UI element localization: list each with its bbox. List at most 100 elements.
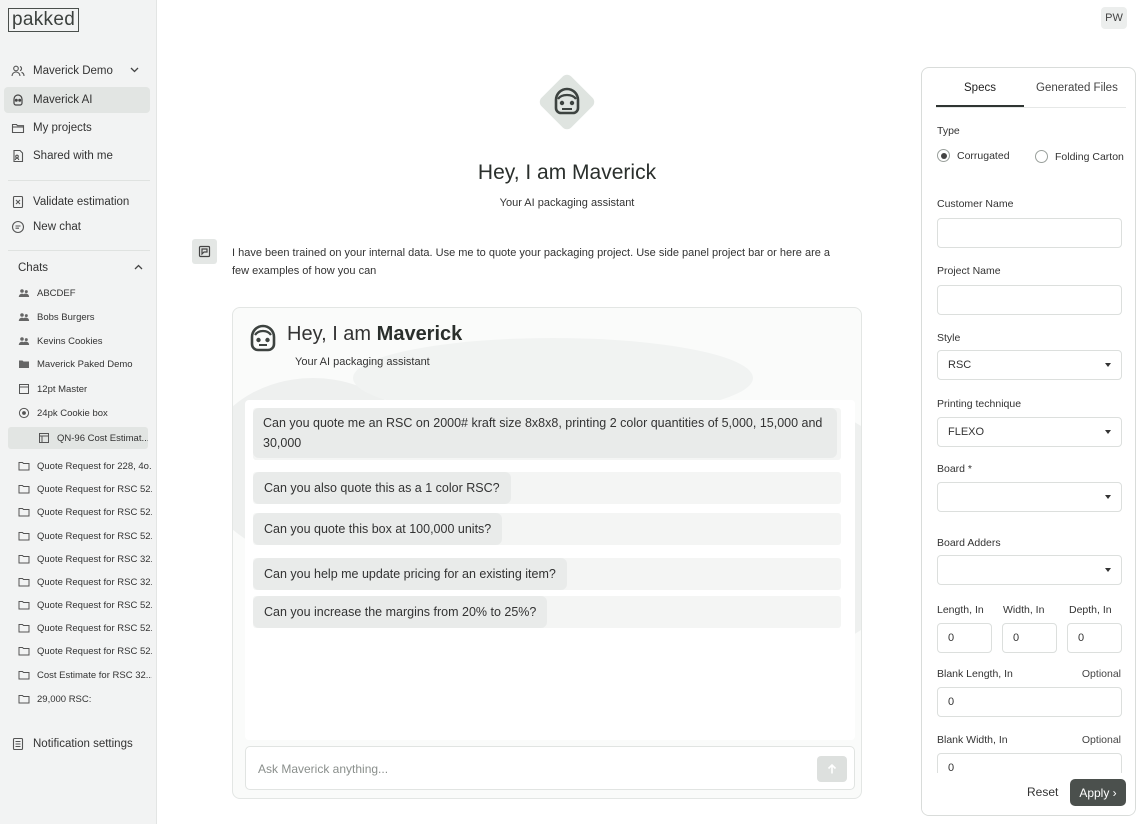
- printing-select-value: FLEXO: [948, 426, 985, 438]
- radio-checked-icon: [937, 149, 950, 162]
- sidebar-item-notification-settings[interactable]: Notification settings: [4, 731, 150, 757]
- reset-button[interactable]: Reset: [1027, 785, 1058, 799]
- app-logo[interactable]: pakked: [8, 8, 80, 32]
- chat-item[interactable]: Quote Request for RSC 52...: [18, 478, 152, 500]
- hero-subtitle: Your AI packaging assistant: [499, 197, 635, 209]
- chat-item[interactable]: Quote Request for RSC 52...: [18, 501, 152, 523]
- chat-item[interactable]: Bobs Burgers: [18, 306, 152, 328]
- chat-item[interactable]: Cost Estimate for RSC 32...: [18, 664, 152, 686]
- chats-section-header[interactable]: Chats: [18, 262, 143, 274]
- folder-icon: [18, 669, 30, 681]
- send-button[interactable]: [817, 756, 847, 782]
- width-input[interactable]: 0: [1002, 623, 1057, 653]
- chat-item[interactable]: Quote Request for RSC 52...: [18, 594, 152, 616]
- folder-icon: [18, 483, 30, 495]
- chats-header-label: Chats: [18, 262, 49, 274]
- chat-item[interactable]: Kevins Cookies: [18, 330, 152, 352]
- customer-name-label: Customer Name: [937, 198, 1014, 210]
- chevron-up-icon[interactable]: [133, 262, 144, 276]
- sidebar-item-shared-with-me[interactable]: Shared with me: [4, 143, 150, 169]
- sidebar: pakked Maverick Demo Maverick AI My proj…: [0, 0, 157, 824]
- suggestion-chip[interactable]: Can you quote me an RSC on 2000# kraft s…: [253, 408, 837, 458]
- intro-message: I have been trained on your internal dat…: [232, 247, 831, 277]
- customer-name-field[interactable]: [937, 218, 1122, 248]
- tab-generated-files[interactable]: Generated Files: [1036, 82, 1118, 94]
- suggestion-chip[interactable]: Can you help me update pricing for an ex…: [253, 558, 567, 590]
- type-radio-folding-carton[interactable]: Folding Carton: [1035, 150, 1124, 163]
- chat-item[interactable]: Quote Request for RSC 52...: [18, 640, 152, 662]
- assistant-message-icon: [192, 239, 217, 264]
- radio-label: Corrugated: [957, 149, 1010, 162]
- sidebar-divider: [8, 180, 150, 181]
- sidebar-item-my-projects[interactable]: My projects: [4, 115, 150, 141]
- chat-input[interactable]: [258, 759, 798, 779]
- sidebar-item-label: Validate estimation: [33, 196, 130, 208]
- folder-icon: [18, 576, 30, 588]
- folder-icon: [11, 121, 25, 135]
- target-icon: [18, 407, 30, 419]
- chat-item[interactable]: Quote Request for RSC 52...: [18, 525, 152, 547]
- arrow-up-icon: [827, 763, 837, 774]
- style-select[interactable]: RSC: [937, 350, 1122, 380]
- chat-item[interactable]: Quote Request for RSC 32...: [18, 548, 152, 570]
- chat-item[interactable]: Quote Request for RSC 32...: [18, 571, 152, 593]
- panel-title-prefix: Hey, I am: [287, 323, 377, 345]
- chat-item-label: Kevins Cookies: [37, 335, 103, 347]
- chat-item[interactable]: Maverick Paked Demo: [18, 353, 152, 375]
- chat-item-label: Quote Request for RSC 52...: [37, 506, 152, 518]
- folder-icon: [18, 460, 30, 472]
- chat-item-label: 24pk Cookie box: [37, 407, 108, 419]
- printing-technique-select[interactable]: FLEXO: [937, 417, 1122, 447]
- chevron-down-icon[interactable]: [129, 64, 140, 78]
- panel-subtitle: Your AI packaging assistant: [295, 356, 430, 368]
- folder-icon: [18, 506, 30, 518]
- sidebar-item-label: Shared with me: [33, 150, 113, 162]
- workspace-selector[interactable]: Maverick Demo: [4, 58, 150, 84]
- chat-item[interactable]: 12pt Master: [18, 378, 152, 400]
- active-tab-indicator: [936, 105, 1024, 107]
- chat-item[interactable]: Quote Request for RSC 52...: [18, 617, 152, 639]
- width-label: Width, In: [1003, 604, 1045, 616]
- length-input[interactable]: 0: [937, 623, 992, 653]
- chat-icon: [11, 220, 25, 234]
- chat-item-selected[interactable]: QN-96 Cost Estimat...: [8, 427, 148, 449]
- suggestion-chip[interactable]: Can you also quote this as a 1 color RSC…: [253, 472, 511, 504]
- sidebar-item-validate-estimation[interactable]: Validate estimation: [4, 189, 150, 215]
- folder-icon: [18, 530, 30, 542]
- blank-length-input[interactable]: 0: [937, 687, 1122, 717]
- sidebar-item-new-chat[interactable]: New chat: [4, 214, 150, 240]
- style-label: Style: [937, 332, 961, 344]
- settings-list-icon: [11, 737, 25, 751]
- chat-item-label: Quote Request for RSC 32...: [37, 553, 152, 565]
- type-radio-corrugated[interactable]: Corrugated: [937, 149, 1010, 162]
- chat-item-label: 12pt Master: [37, 383, 88, 395]
- depth-input[interactable]: 0: [1067, 623, 1122, 653]
- suggestion-row: Can you quote this box at 100,000 units?: [253, 513, 841, 545]
- shared-doc-icon: [11, 149, 25, 163]
- board-select[interactable]: [937, 482, 1122, 512]
- suggestions-panel: Hey, I am Maverick Your AI packaging ass…: [232, 307, 862, 799]
- user-avatar[interactable]: PW: [1101, 7, 1127, 29]
- board-adders-select[interactable]: [937, 555, 1122, 585]
- tab-specs[interactable]: Specs: [964, 82, 996, 94]
- specs-footer: Reset Apply ›: [922, 773, 1135, 815]
- robot-icon: [11, 93, 25, 107]
- blank-length-label: Blank Length, In: [937, 668, 1013, 680]
- suggestion-chip[interactable]: Can you increase the margins from 20% to…: [253, 596, 548, 628]
- chat-item[interactable]: Quote Request for 228, 4o...: [18, 455, 152, 477]
- apply-button[interactable]: Apply ›: [1070, 779, 1126, 806]
- group-icon: [18, 335, 30, 347]
- chat-item[interactable]: ABCDEF: [18, 282, 152, 304]
- sidebar-item-label: New chat: [33, 221, 81, 233]
- sidebar-item-maverick-ai[interactable]: Maverick AI: [4, 87, 150, 113]
- suggestion-row: Can you also quote this as a 1 color RSC…: [253, 472, 841, 504]
- chat-item[interactable]: 24pk Cookie box: [18, 402, 152, 424]
- chat-item[interactable]: 29,000 RSC:: [18, 688, 152, 710]
- blank-width-label: Blank Width, In: [937, 734, 1008, 746]
- chat-item-label: Quote Request for RSC 52...: [37, 599, 152, 611]
- chat-item-label: Quote Request for RSC 52...: [37, 645, 152, 657]
- chat-item-label: ABCDEF: [37, 287, 76, 299]
- suggestion-chip[interactable]: Can you quote this box at 100,000 units?: [253, 513, 503, 545]
- radio-unchecked-icon: [1035, 150, 1048, 163]
- project-name-field[interactable]: [937, 285, 1122, 315]
